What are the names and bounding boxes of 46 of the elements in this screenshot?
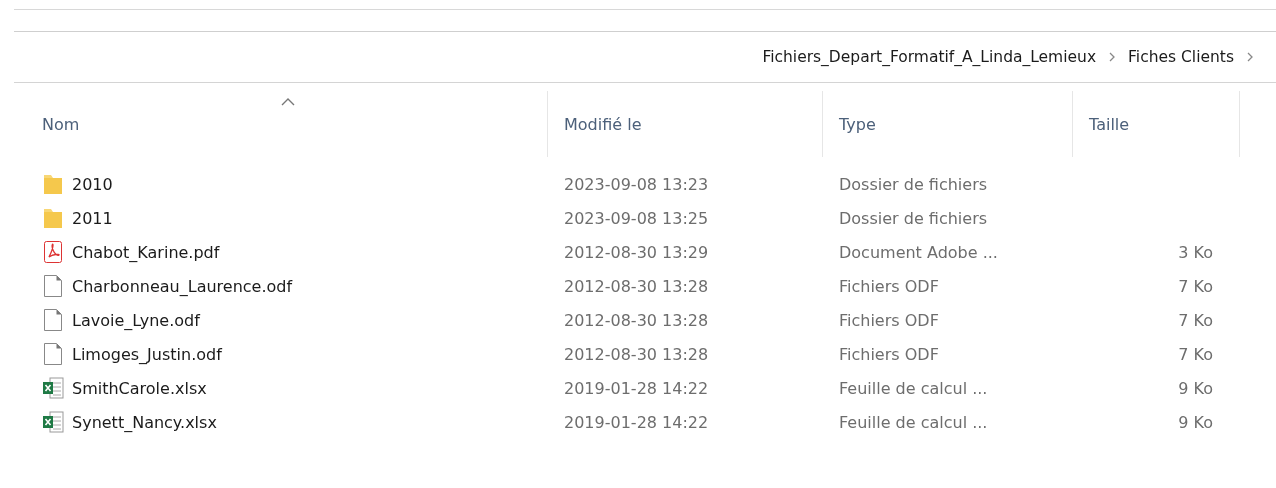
- file-type: Dossier de fichiers: [838, 174, 989, 194]
- pdf-icon: [42, 240, 64, 264]
- spreadsheet-icon: [42, 410, 64, 434]
- column-header[interactable]: Type: [839, 114, 876, 134]
- file-name[interactable]: Charbonneau_Laurence.odf: [72, 276, 293, 296]
- file-type: Feuille de calcul ...: [838, 412, 989, 432]
- file-name[interactable]: SmithCarole.xlsx: [72, 378, 207, 398]
- document-icon: [42, 308, 64, 332]
- breadcrumb-item[interactable]: Fiches Clients: [1128, 48, 1234, 66]
- file-name[interactable]: Chabot_Karine.pdf: [72, 242, 220, 262]
- file-name[interactable]: 2010: [72, 174, 113, 194]
- file-name[interactable]: Synett_Nancy.xlsx: [72, 412, 217, 432]
- modified-date: 2012-08-30 13:29: [563, 242, 710, 262]
- file-size: 9 Ko: [1177, 378, 1213, 398]
- file-name[interactable]: Limoges_Justin.odf: [72, 344, 222, 364]
- column-header[interactable]: Nom: [42, 114, 80, 134]
- modified-date: 2019-01-28 14:22: [563, 412, 710, 432]
- modified-date: 2023-09-08 13:25: [563, 208, 710, 228]
- file-type: Fichiers ODF: [838, 310, 940, 330]
- modified-date: 2012-08-30 13:28: [563, 344, 710, 364]
- file-type: Document Adobe ...: [838, 242, 999, 262]
- modified-date: 2019-01-28 14:22: [563, 378, 710, 398]
- file-type: Feuille de calcul ...: [838, 378, 989, 398]
- modified-date: 2012-08-30 13:28: [563, 310, 710, 330]
- file-name[interactable]: Lavoie_Lyne.odf: [72, 310, 200, 330]
- document-icon: [42, 342, 64, 366]
- file-size: 7 Ko: [1177, 276, 1213, 296]
- modified-date: 2023-09-08 13:23: [563, 174, 710, 194]
- document-icon: [42, 274, 64, 298]
- folder-icon: [42, 206, 64, 230]
- folder-icon: [42, 172, 64, 196]
- file-size: 9 Ko: [1177, 412, 1213, 432]
- file-size: 7 Ko: [1177, 310, 1213, 330]
- file-size: 3 Ko: [1177, 242, 1213, 262]
- breadcrumb-item[interactable]: Fichiers_Depart_Formatif_A_Linda_Lemieux: [762, 48, 1097, 66]
- file-type: Dossier de fichiers: [838, 208, 989, 228]
- file-size: 7 Ko: [1177, 344, 1213, 364]
- modified-date: 2012-08-30 13:28: [563, 276, 710, 296]
- chevron-icon[interactable]: [1246, 52, 1254, 62]
- column-header[interactable]: Taille: [1089, 114, 1130, 134]
- chevron-icon[interactable]: [1108, 52, 1117, 62]
- spreadsheet-icon: [42, 376, 64, 400]
- file-type: Fichiers ODF: [838, 344, 940, 364]
- column-header[interactable]: Modifié le: [564, 114, 642, 134]
- file-type: Fichiers ODF: [838, 276, 940, 296]
- file-name[interactable]: 2011: [72, 208, 113, 228]
